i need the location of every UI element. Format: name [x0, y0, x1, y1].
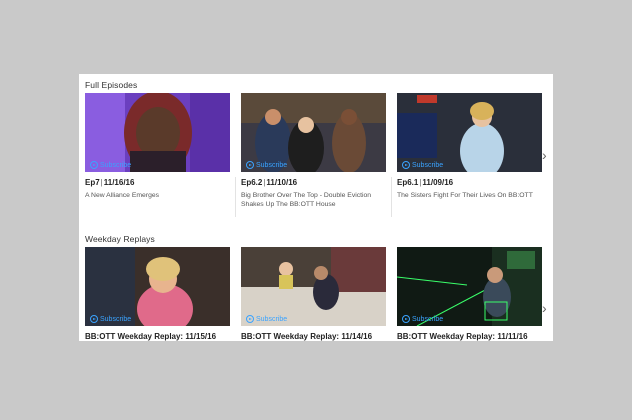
divider [391, 177, 392, 217]
replay-title[interactable]: BB:OTT Weekday Replay: 11/14/16 [241, 326, 386, 341]
subscribe-button[interactable]: Subscribe [246, 315, 287, 323]
episode-number-date: Ep7|11/16/16 [85, 178, 135, 187]
replay-title[interactable]: BB:OTT Weekday Replay: 11/11/16 [397, 326, 542, 341]
chevron-right-icon[interactable]: › [542, 148, 547, 162]
episode-card[interactable]: Subscribe Ep7|11/16/16 A New Alliance Em… [85, 93, 230, 200]
subscribe-button[interactable]: Subscribe [402, 315, 443, 323]
play-circle-icon [402, 315, 410, 323]
full-episodes-row: Subscribe Ep7|11/16/16 A New Alliance Em… [85, 93, 545, 223]
episode-thumbnail[interactable]: Subscribe [241, 93, 386, 172]
play-circle-icon [90, 315, 98, 323]
episodes-panel: Full Episodes Subscribe Ep7|11/16/16 A N… [79, 74, 553, 341]
episode-title[interactable]: The Sisters Fight For Their Lives On BB:… [397, 191, 542, 200]
subscribe-button[interactable]: Subscribe [402, 161, 443, 169]
replay-card[interactable]: Subscribe BB:OTT Weekday Replay: 11/14/1… [241, 247, 386, 341]
episode-card[interactable]: Subscribe Ep6.1|11/09/16 The Sisters Fig… [397, 93, 542, 200]
subscribe-button[interactable]: Subscribe [90, 315, 131, 323]
episode-title[interactable]: Big Brother Over The Top - Double Evicti… [241, 191, 386, 209]
episode-number-date: Ep6.2|11/10/16 [241, 178, 298, 187]
section-title-weekday-replays: Weekday Replays [85, 234, 155, 244]
replay-title[interactable]: BB:OTT Weekday Replay: 11/15/16 [85, 326, 230, 341]
play-circle-icon [90, 161, 98, 169]
replay-card[interactable]: Subscribe BB:OTT Weekday Replay: 11/11/1… [397, 247, 542, 341]
weekday-replays-row: Subscribe BB:OTT Weekday Replay: 11/15/1… [85, 247, 545, 341]
replay-thumbnail[interactable]: Subscribe [241, 247, 386, 326]
section-title-full-episodes: Full Episodes [85, 80, 138, 90]
episode-thumbnail[interactable]: Subscribe [397, 93, 542, 172]
play-circle-icon [402, 161, 410, 169]
play-circle-icon [246, 315, 254, 323]
subscribe-button[interactable]: Subscribe [246, 161, 287, 169]
play-circle-icon [246, 161, 254, 169]
replay-thumbnail[interactable]: Subscribe [397, 247, 542, 326]
subscribe-button[interactable]: Subscribe [90, 161, 131, 169]
replay-card[interactable]: Subscribe BB:OTT Weekday Replay: 11/15/1… [85, 247, 230, 341]
replay-thumbnail[interactable]: Subscribe [85, 247, 230, 326]
episode-title[interactable]: A New Alliance Emerges [85, 191, 230, 200]
chevron-right-icon[interactable]: › [542, 301, 547, 315]
episode-thumbnail[interactable]: Subscribe [85, 93, 230, 172]
episode-number-date: Ep6.1|11/09/16 [397, 178, 454, 187]
divider [235, 177, 236, 217]
episode-card[interactable]: Subscribe Ep6.2|11/10/16 Big Brother Ove… [241, 93, 386, 209]
